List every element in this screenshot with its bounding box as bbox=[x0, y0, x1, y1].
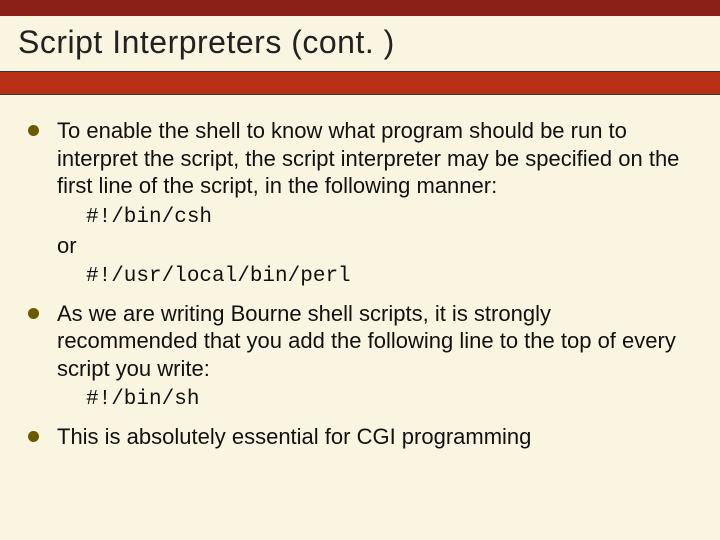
bullet-icon bbox=[28, 308, 39, 319]
bullet-item: To enable the shell to know what program… bbox=[28, 117, 692, 200]
code-snippet: #!/usr/local/bin/perl bbox=[86, 265, 692, 288]
bullet-item: This is absolutely essential for CGI pro… bbox=[28, 423, 692, 451]
top-accent-bar bbox=[0, 0, 720, 16]
title-area: Script Interpreters (cont. ) bbox=[0, 16, 720, 65]
bullet-icon bbox=[28, 431, 39, 442]
bullet-text: As we are writing Bourne shell scripts, … bbox=[57, 300, 692, 383]
slide-content: To enable the shell to know what program… bbox=[0, 95, 720, 451]
bullet-text: To enable the shell to know what program… bbox=[57, 117, 692, 200]
code-snippet: #!/bin/sh bbox=[86, 388, 692, 411]
bullet-text: This is absolutely essential for CGI pro… bbox=[57, 423, 692, 451]
code-snippet: #!/bin/csh bbox=[86, 206, 692, 229]
header-red-bar bbox=[0, 71, 720, 95]
bullet-icon bbox=[28, 125, 39, 136]
or-label: or bbox=[57, 233, 692, 259]
bullet-item: As we are writing Bourne shell scripts, … bbox=[28, 300, 692, 383]
slide-title: Script Interpreters (cont. ) bbox=[18, 24, 702, 61]
